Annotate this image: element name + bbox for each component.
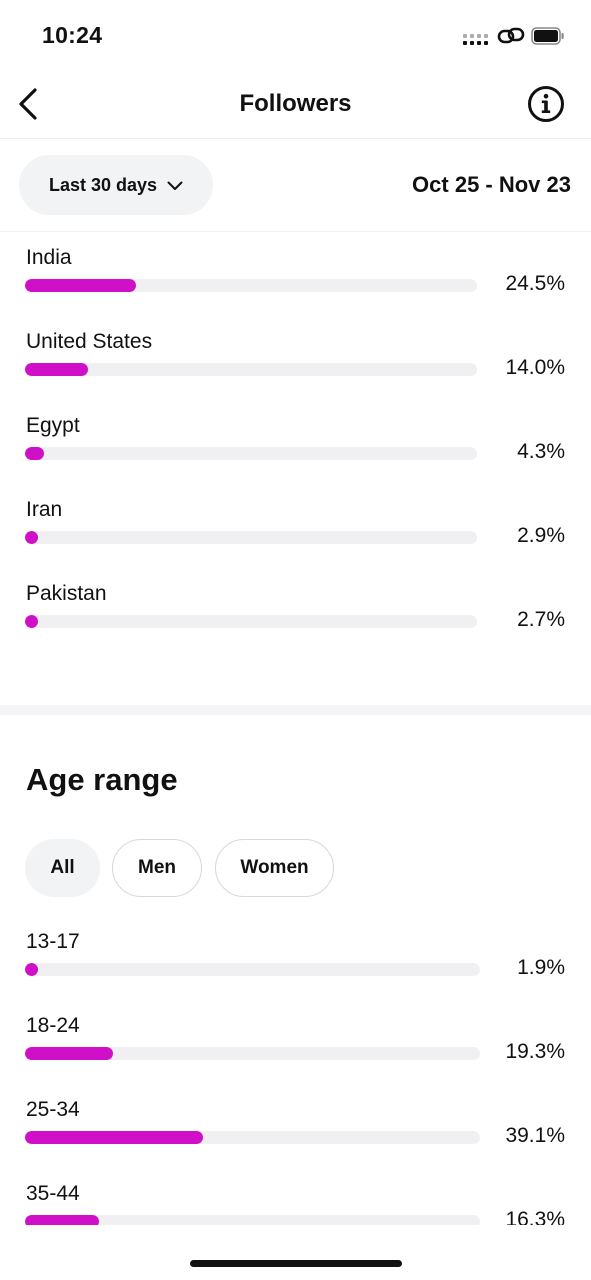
percentage-value: 24.5% [505, 272, 565, 295]
progress-track [25, 963, 480, 976]
age-label: 18-24 [26, 1014, 80, 1037]
tab-women[interactable]: Women [215, 839, 334, 897]
list-item: Pakistan 2.7% [0, 582, 591, 662]
progress-track [25, 1131, 480, 1144]
progress-fill [25, 1215, 100, 1225]
home-indicator [190, 1260, 402, 1267]
age-range-list: 13-17 1.9% 18-24 19.3% 25-34 39.1% 35-44… [0, 925, 591, 1225]
navigation-bar: Followers [0, 70, 591, 139]
progress-fill [25, 363, 89, 376]
section-divider [0, 705, 591, 715]
percentage-value: 19.3% [505, 1040, 565, 1063]
date-range-text: Oct 25 - Nov 23 [412, 172, 571, 197]
location-label: United States [26, 330, 153, 353]
progress-fill [25, 279, 136, 292]
chevron-down-icon [167, 181, 183, 190]
progress-track [25, 447, 477, 460]
age-label: 13-17 [26, 930, 80, 953]
page-title: Followers [239, 90, 352, 117]
filter-bar: Last 30 days Oct 25 - Nov 23 [0, 139, 591, 232]
progress-fill [25, 1047, 113, 1060]
percentage-value: 1.9% [517, 956, 565, 979]
list-item: Egypt 4.3% [0, 414, 591, 494]
location-label: Iran [26, 498, 63, 521]
list-item: United States 14.0% [0, 330, 591, 410]
clock-time: 10:24 [42, 22, 103, 48]
list-item: 25-34 39.1% [0, 1098, 591, 1178]
info-icon[interactable] [526, 84, 566, 124]
percentage-value: 2.7% [517, 608, 565, 631]
status-bar: 10:24 [0, 0, 591, 70]
progress-track [25, 279, 477, 292]
list-item: Iran 2.9% [0, 498, 591, 578]
location-label: Egypt [26, 414, 80, 437]
progress-fill [25, 963, 38, 976]
progress-track [25, 531, 477, 544]
age-label: 35-44 [26, 1182, 80, 1205]
percentage-value: 14.0% [505, 356, 565, 379]
progress-track [25, 1215, 480, 1225]
progress-fill [25, 447, 45, 460]
percentage-value: 2.9% [517, 524, 565, 547]
location-label: India [26, 246, 72, 269]
progress-track [25, 363, 477, 376]
battery-icon [531, 27, 564, 45]
signal-icon [463, 33, 489, 47]
percentage-value: 39.1% [505, 1124, 565, 1147]
list-item: 18-24 19.3% [0, 1014, 591, 1094]
list-item: India 24.5% [0, 246, 591, 326]
percentage-value: 4.3% [517, 440, 565, 463]
progress-fill [25, 531, 39, 544]
progress-fill [25, 615, 38, 628]
date-range-dropdown[interactable]: Last 30 days [19, 155, 213, 215]
date-range-dropdown-label: Last 30 days [48, 174, 158, 195]
percentage-value: 16.3% [505, 1208, 565, 1225]
list-item: 35-44 16.3% [0, 1182, 591, 1225]
age-range-heading: Age range [26, 762, 178, 797]
location-label: Pakistan [26, 582, 107, 605]
link-icon [497, 27, 525, 44]
age-label: 25-34 [26, 1098, 80, 1121]
progress-fill [25, 1131, 203, 1144]
progress-track [25, 1047, 480, 1060]
progress-track [25, 615, 477, 628]
tab-men[interactable]: Men [112, 839, 202, 897]
list-item: 13-17 1.9% [0, 930, 591, 1010]
tab-all[interactable]: All [25, 839, 100, 897]
